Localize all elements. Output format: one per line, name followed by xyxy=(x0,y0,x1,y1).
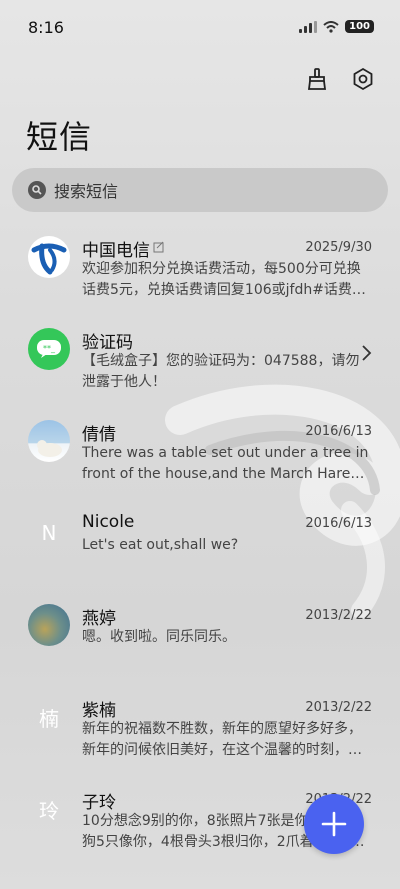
message-date: 2013/2/22 xyxy=(305,608,372,623)
message-item[interactable]: **_ 验证码 【毛绒盒子】您的验证码为：047588，请勿泄露于他人！ xyxy=(0,314,400,406)
message-preview: There was a table set out under a tree i… xyxy=(82,445,369,482)
verified-icon xyxy=(153,241,164,253)
letter-avatar: N xyxy=(28,512,70,554)
battery-indicator: 100 xyxy=(345,20,374,33)
china-telecom-logo xyxy=(28,236,70,278)
search-bar[interactable]: 搜索短信 xyxy=(12,168,388,212)
message-date: 2016/6/13 xyxy=(305,516,372,531)
photo-avatar xyxy=(28,420,70,462)
contact-name: 倩倩 xyxy=(82,425,116,445)
message-list: 中国电信 2025/9/30 欢迎参加积分兑换话费活动，每500分可兑换话费5元… xyxy=(0,222,400,866)
message-date: 2013/2/22 xyxy=(305,700,372,715)
verification-code-icon: **_ xyxy=(28,328,70,370)
avatar-initial: 楠 xyxy=(39,706,59,731)
message-date: 2025/9/30 xyxy=(305,240,372,255)
message-item[interactable]: 倩倩 2016/6/13 There was a table set out u… xyxy=(0,406,400,498)
search-placeholder: 搜索短信 xyxy=(54,182,119,201)
svg-text:**_: **_ xyxy=(43,344,56,353)
message-preview: 新年的祝福数不胜数，新年的愿望好多好多，新年的问候依旧美好，在这个温馨的时刻，… xyxy=(82,721,362,758)
plus-icon xyxy=(321,811,347,837)
message-preview: 【毛绒盒子】您的验证码为：047588，请勿泄露于他人！ xyxy=(82,353,360,390)
page-title: 短信 xyxy=(26,118,93,156)
status-bar: 8:16 100 xyxy=(0,0,400,52)
contact-name: 紫楠 xyxy=(82,701,116,721)
contact-name: 燕婷 xyxy=(82,609,116,629)
message-item[interactable]: 楠 紫楠 2013/2/22 新年的祝福数不胜数，新年的愿望好多好多，新年的问候… xyxy=(0,682,400,774)
letter-avatar: 楠 xyxy=(28,696,70,738)
wifi-icon xyxy=(323,20,339,33)
settings-icon[interactable] xyxy=(348,64,378,94)
message-date: 2016/6/13 xyxy=(305,424,372,439)
contact-name: Nicole xyxy=(82,512,135,532)
message-preview: 欢迎参加积分兑换话费活动，每500分可兑换话费5元，兑换话费请回复106或jfd… xyxy=(82,261,366,298)
message-item[interactable]: 燕婷 2013/2/22 嗯。收到啦。同乐同乐。 xyxy=(0,590,400,682)
message-item[interactable]: N Nicole 2016/6/13 Let's eat out,shall w… xyxy=(0,498,400,590)
broom-icon[interactable] xyxy=(302,64,332,94)
photo-avatar xyxy=(28,604,70,646)
message-item[interactable]: 中国电信 2025/9/30 欢迎参加积分兑换话费活动，每500分可兑换话费5元… xyxy=(0,222,400,314)
letter-avatar: 玲 xyxy=(28,788,70,830)
contact-name: 子玲 xyxy=(82,793,116,813)
new-message-button[interactable] xyxy=(304,794,364,854)
avatar-initial: N xyxy=(41,521,57,545)
status-time: 8:16 xyxy=(28,18,64,37)
contact-name: 中国电信 xyxy=(82,241,150,261)
avatar-initial: 玲 xyxy=(39,798,59,823)
contact-name: 验证码 xyxy=(82,333,133,353)
header-actions xyxy=(302,64,378,94)
message-preview: Let's eat out,shall we? xyxy=(82,537,239,553)
message-preview: 嗯。收到啦。同乐同乐。 xyxy=(82,629,236,645)
signal-icon xyxy=(299,20,318,33)
status-icons: 100 xyxy=(299,20,374,33)
search-icon xyxy=(28,181,46,199)
